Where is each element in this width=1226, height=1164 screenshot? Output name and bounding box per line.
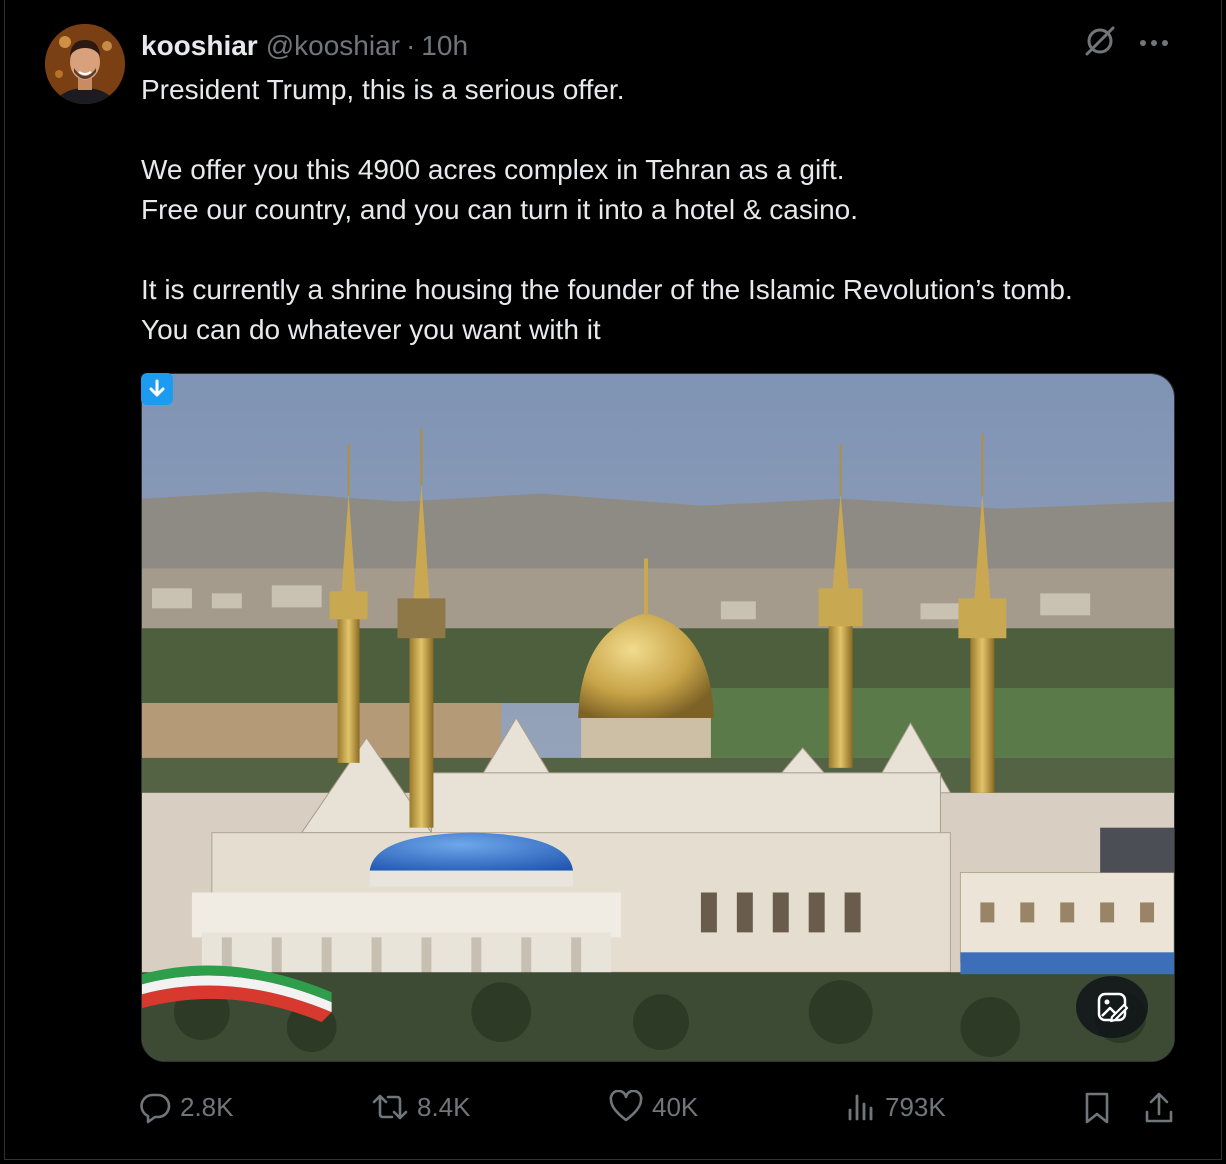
tweet-line: You can do whatever you want with it xyxy=(141,314,601,345)
tweet-text: President Trump, this is a serious offer… xyxy=(141,70,1181,350)
tweet-line: Free our country, and you can turn it in… xyxy=(141,194,858,225)
share-icon xyxy=(1143,1090,1175,1126)
tweet-line: It is currently a shrine housing the fou… xyxy=(141,274,1073,305)
retweet-button[interactable]: 8.4K xyxy=(371,1090,471,1124)
retweet-count: 8.4K xyxy=(417,1091,471,1122)
tweet-image[interactable] xyxy=(141,373,1175,1062)
reply-count: 2.8K xyxy=(180,1091,234,1122)
heart-icon xyxy=(608,1090,644,1124)
views-icon xyxy=(845,1090,877,1124)
more-icon[interactable] xyxy=(1139,35,1169,53)
bookmark-button[interactable] xyxy=(1082,1090,1112,1126)
grok-icon[interactable] xyxy=(1083,24,1117,63)
reply-button[interactable]: 2.8K xyxy=(138,1090,234,1124)
tweet-top-actions xyxy=(1083,24,1169,63)
views-button[interactable]: 793K xyxy=(845,1090,946,1124)
tweet-actions: 2.8K 8.4K 40K 793K xyxy=(5,1090,1221,1130)
views-count: 793K xyxy=(885,1091,946,1122)
download-arrow-icon[interactable] xyxy=(141,373,173,405)
author-name[interactable]: kooshiar xyxy=(141,30,258,62)
tweet-card: kooshiar @kooshiar · 10h President Trump… xyxy=(4,0,1222,1160)
like-count: 40K xyxy=(652,1091,699,1122)
separator-dot: · xyxy=(405,30,416,61)
tweet-header: kooshiar @kooshiar · 10h xyxy=(141,28,468,64)
avatar[interactable] xyxy=(45,24,125,104)
image-edit-icon[interactable] xyxy=(1076,976,1148,1038)
author-handle[interactable]: @kooshiar xyxy=(266,30,400,62)
share-button[interactable] xyxy=(1143,1090,1175,1126)
tweet-line: President Trump, this is a serious offer… xyxy=(141,74,625,105)
like-button[interactable]: 40K xyxy=(608,1090,698,1124)
retweet-icon xyxy=(371,1090,409,1124)
tweet-line: We offer you this 4900 acres complex in … xyxy=(141,154,845,185)
reply-icon xyxy=(138,1090,172,1124)
timestamp[interactable]: 10h xyxy=(421,30,468,62)
bookmark-icon xyxy=(1082,1090,1112,1126)
